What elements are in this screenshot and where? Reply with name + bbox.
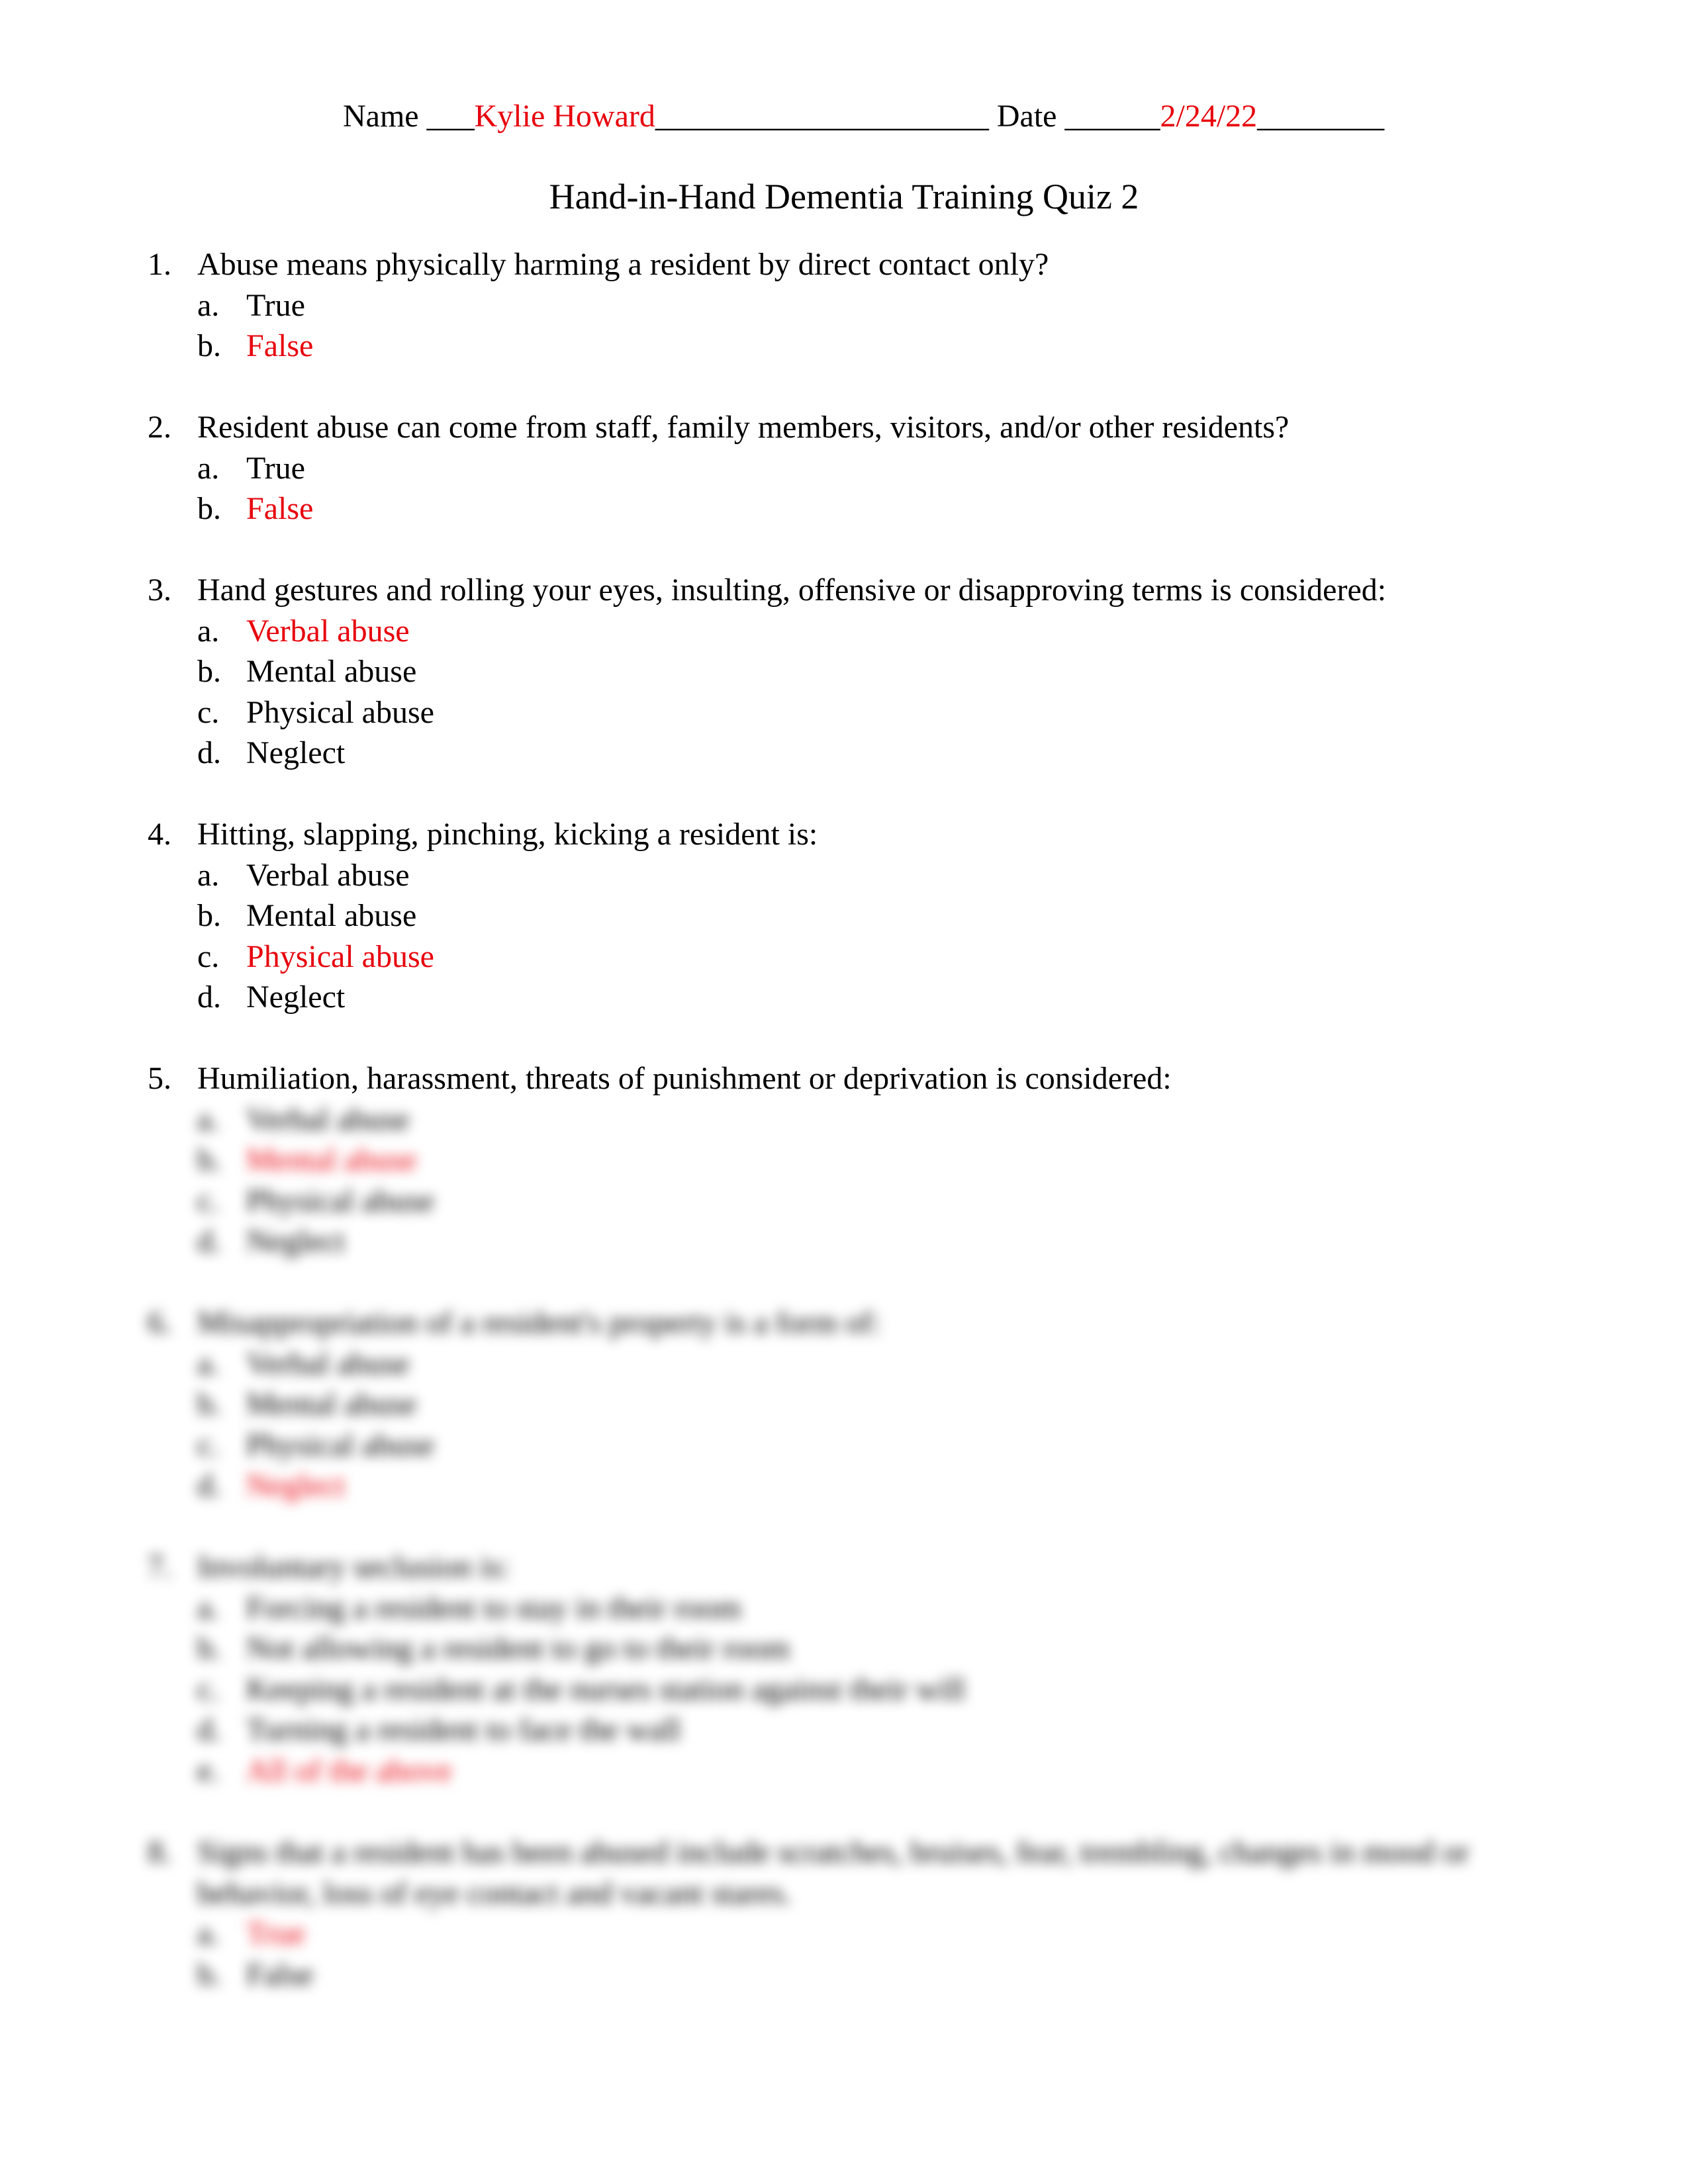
option-text: True	[246, 287, 305, 323]
answer-option: c. Physical abuse	[197, 692, 434, 733]
name-date-header: Name ___Kylie Howard____________________…	[343, 101, 1384, 132]
selected-answer-text: Verbal abuse	[246, 613, 410, 649]
option-text: Neglect	[246, 735, 346, 770]
option-letter: d.	[197, 979, 221, 1015]
question-number: 3.	[148, 572, 171, 608]
quiz-date: 2/24/22	[1160, 99, 1258, 134]
question-number: 4.	[148, 817, 171, 852]
selected-answer-text: False	[246, 491, 314, 526]
answer-option: b. Mental abuse	[197, 651, 416, 692]
answer-option: a. True	[197, 285, 305, 326]
date-label: Date ______	[988, 99, 1160, 134]
question-text: Resident abuse can come from staff, fami…	[197, 410, 1289, 445]
blurred-region	[0, 1092, 1688, 2184]
student-name: Kylie Howard	[474, 99, 655, 134]
option-letter: b.	[197, 654, 221, 689]
selected-answer-text: False	[246, 328, 314, 363]
option-text: True	[246, 450, 305, 486]
option-letter: a.	[197, 613, 220, 649]
answer-option: b. False	[197, 326, 313, 367]
quiz-title: Hand-in-Hand Dementia Training Quiz 2	[549, 177, 1139, 216]
answer-option: d. Neglect	[197, 733, 345, 774]
option-letter: a.	[197, 857, 220, 893]
option-text: Neglect	[246, 979, 346, 1015]
question-text: Hitting, slapping, pinching, kicking a r…	[197, 817, 818, 852]
question-text: Abuse means physically harming a residen…	[197, 247, 1049, 282]
option-letter: b.	[197, 491, 221, 526]
option-letter: d.	[197, 735, 221, 770]
option-letter: c.	[197, 694, 220, 730]
option-letter: a.	[197, 450, 220, 486]
option-letter: b.	[197, 898, 221, 933]
option-text: Mental abuse	[246, 898, 417, 933]
option-letter: b.	[197, 328, 221, 363]
option-text: Mental abuse	[246, 654, 417, 689]
selected-answer-text: Physical abuse	[246, 938, 434, 974]
name-underline: _____________________	[655, 99, 989, 134]
answer-option: d. Neglect	[197, 977, 345, 1018]
option-text: Verbal abuse	[246, 857, 410, 893]
quiz-page: Name ___Kylie Howard____________________…	[0, 0, 1688, 2184]
answer-option: b. False	[197, 488, 313, 529]
answer-option: b. Mental abuse	[197, 895, 416, 936]
question-text: Hand gestures and rolling your eyes, ins…	[197, 572, 1387, 608]
option-text: Physical abuse	[246, 694, 434, 730]
question-number: 1.	[148, 247, 171, 282]
name-label: Name ___	[343, 99, 475, 134]
answer-option: a. Verbal abuse	[197, 855, 410, 896]
answer-option: c. Physical abuse	[197, 936, 434, 978]
answer-option: a. Verbal abuse	[197, 611, 410, 652]
question-number: 2.	[148, 410, 171, 445]
option-letter: a.	[197, 287, 220, 323]
answer-option: a. True	[197, 448, 305, 489]
option-letter: c.	[197, 938, 220, 974]
date-underline: ________	[1257, 99, 1385, 134]
